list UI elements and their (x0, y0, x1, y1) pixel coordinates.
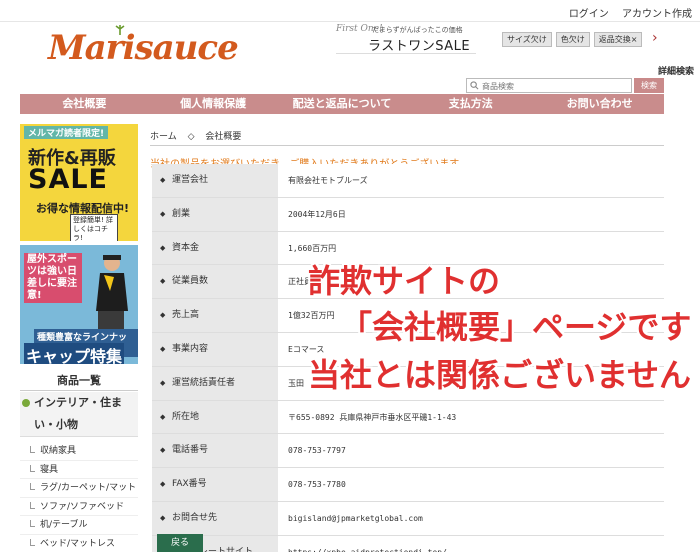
row-label: 資本金 (152, 231, 278, 265)
table-row: 事業内容Eコマース (152, 332, 664, 367)
table-row: コーポレートサイトhttps://xpbe.aidprotectiondi.to… (152, 535, 664, 552)
table-row: 創業2004年12月6日 (152, 197, 664, 232)
search-button[interactable]: 検索 (634, 78, 664, 93)
category-parent[interactable]: インテリア・住まい・小物 (20, 392, 138, 437)
table-row: お問合せ先bigisland@jpmarketglobal.com (152, 501, 664, 536)
breadcrumb-home[interactable]: ホーム (150, 132, 177, 142)
row-value: bigisland@jpmarketglobal.com (278, 501, 664, 535)
category-label: 寝具 (40, 464, 59, 475)
tag-color[interactable]: 色欠け (555, 32, 590, 47)
table-row: 従業員数正社員 (152, 265, 664, 300)
site-logo[interactable]: Marisauce (48, 28, 239, 68)
row-value: 〒655-0892 兵庫県神戸市垂水区平磯1-1-43 (278, 400, 664, 434)
search-icon (470, 81, 479, 90)
category-label: 収納家具 (40, 446, 77, 456)
category-item[interactable]: ソファ/ソファベッド (20, 498, 138, 516)
banner-tags: サイズ欠け 色欠け 返品交換× (502, 32, 643, 47)
row-label: 所在地 (152, 400, 278, 434)
row-value: https://xpbe.aidprotectiondi.top/ (278, 535, 664, 552)
row-label: 創業 (152, 197, 278, 231)
bullet-icon (22, 399, 30, 407)
category-item[interactable]: 机/テーブル (20, 516, 138, 535)
breadcrumb: ホーム ◇ 会社概要 (150, 129, 249, 142)
table-row: 売上高1億32百万円 (152, 299, 664, 333)
row-value: 有限会社モトブルーズ (278, 164, 664, 197)
top-links: ログイン アカウント作成 (559, 5, 692, 20)
row-value: 078-753-7780 (278, 468, 664, 501)
row-label: 従業員数 (152, 265, 278, 299)
row-value: 1,660百万円 (278, 231, 664, 265)
nav-shipping[interactable]: 配送と返品について (278, 94, 407, 114)
divider (150, 145, 664, 146)
branch-icon (30, 446, 35, 453)
category-label: ラグ/カーペット/マット (40, 483, 137, 493)
tag-size[interactable]: サイズ欠け (502, 32, 552, 47)
category-list: 収納家具 寝具 ラグ/カーペット/マット ソファ/ソファベッド 机/テーブル ベ… (20, 442, 138, 552)
login-link[interactable]: ログイン (569, 9, 609, 20)
company-info-table: 運営会社有限会社モトブルーズ 創業2004年12月6日 資本金1,660百万円 … (152, 164, 664, 552)
breadcrumb-separator: ◇ (187, 132, 195, 142)
search-input[interactable] (482, 80, 630, 92)
athlete-image (96, 255, 128, 331)
promo2-line2: キャップ特集 (24, 343, 125, 364)
category-heading: 商品一覧 (20, 372, 138, 391)
nav-payment[interactable]: 支払方法 (406, 94, 535, 114)
row-label: 運営統括責任者 (152, 366, 278, 400)
category-parent-label: インテリア・住まい・小物 (34, 396, 122, 431)
nav-company[interactable]: 会社概要 (20, 94, 149, 114)
table-row: FAX番号078-753-7780 (152, 468, 664, 502)
create-account-link[interactable]: アカウント作成 (622, 9, 692, 20)
table-row: 運営会社有限会社モトブルーズ (152, 164, 664, 198)
branch-icon (30, 464, 35, 472)
nav-privacy[interactable]: 個人情報保護 (149, 94, 278, 114)
category-label: ベッド/マットレス (40, 538, 116, 549)
banner-title: ラストワンSALE (368, 39, 471, 54)
branch-icon (30, 501, 35, 509)
row-value: 1億32百万円 (278, 299, 664, 332)
branch-icon (30, 483, 35, 490)
promo1-line2: SALE (28, 164, 108, 195)
promo1-tag: メルマガ読者限定! (24, 126, 109, 139)
cap-feature-banner[interactable]: 屋外スポーツは強い日差しに要注意! 種類豊富なラインナップ キャップ特集 (20, 245, 138, 364)
row-label: 事業内容 (152, 332, 278, 366)
branch-icon (30, 520, 35, 527)
search-box (466, 78, 632, 93)
leaf-icon (115, 25, 125, 35)
row-label: 運営会社 (152, 164, 278, 197)
chevron-right-icon[interactable]: › (652, 30, 658, 46)
row-value: 2004年12月6日 (278, 197, 664, 231)
banner-subtext: たまらずがんばったこの価格 (372, 26, 463, 34)
branch-icon (30, 538, 35, 546)
back-button[interactable]: 戻る (157, 534, 203, 552)
nav-contact[interactable]: お問い合わせ (535, 94, 664, 114)
row-value: Eコマース (278, 332, 664, 366)
category-label: ソファ/ソファベッド (40, 501, 125, 512)
row-label: 電話番号 (152, 434, 278, 468)
newsletter-sale-banner[interactable]: メルマガ読者限定! 新作&再販 SALE お得な情報配信中! 登録簡単! 詳しく… (20, 124, 138, 241)
promo2-tag: 屋外スポーツは強い日差しに要注意! (24, 253, 82, 303)
top-bar: ログイン アカウント作成 (0, 0, 700, 22)
main-nav: 会社概要 個人情報保護 配送と返品について 支払方法 お問い合わせ (20, 94, 664, 114)
table-row: 資本金1,660百万円 (152, 231, 664, 266)
promo1-line4: 登録簡単! 詳しくはコチラ! (70, 214, 118, 241)
table-row: 運営統括責任者玉田 (152, 366, 664, 401)
table-row: 電話番号078-753-7797 (152, 434, 664, 469)
tag-return[interactable]: 返品交換× (593, 32, 643, 47)
row-label: FAX番号 (152, 468, 278, 501)
row-value: 078-753-7797 (278, 434, 664, 468)
category-item[interactable]: ベッド/マットレス (20, 535, 138, 552)
breadcrumb-current: 会社概要 (205, 132, 242, 142)
row-value: 正社員 (278, 265, 664, 299)
category-item[interactable]: 収納家具 (20, 442, 138, 461)
table-row: 所在地〒655-0892 兵庫県神戸市垂水区平磯1-1-43 (152, 400, 664, 435)
last-one-sale-banner[interactable]: First One! たまらずがんばったこの価格 ラストワンSALE (336, 24, 476, 54)
category-label: 机/テーブル (40, 520, 88, 530)
category-item[interactable]: 寝具 (20, 461, 138, 479)
category-item[interactable]: ラグ/カーペット/マット (20, 479, 138, 498)
row-value: 玉田 (278, 366, 664, 400)
row-label: お問合せ先 (152, 501, 278, 535)
row-label: 売上高 (152, 299, 278, 332)
advanced-search-link[interactable]: 詳細検索 (658, 64, 694, 77)
